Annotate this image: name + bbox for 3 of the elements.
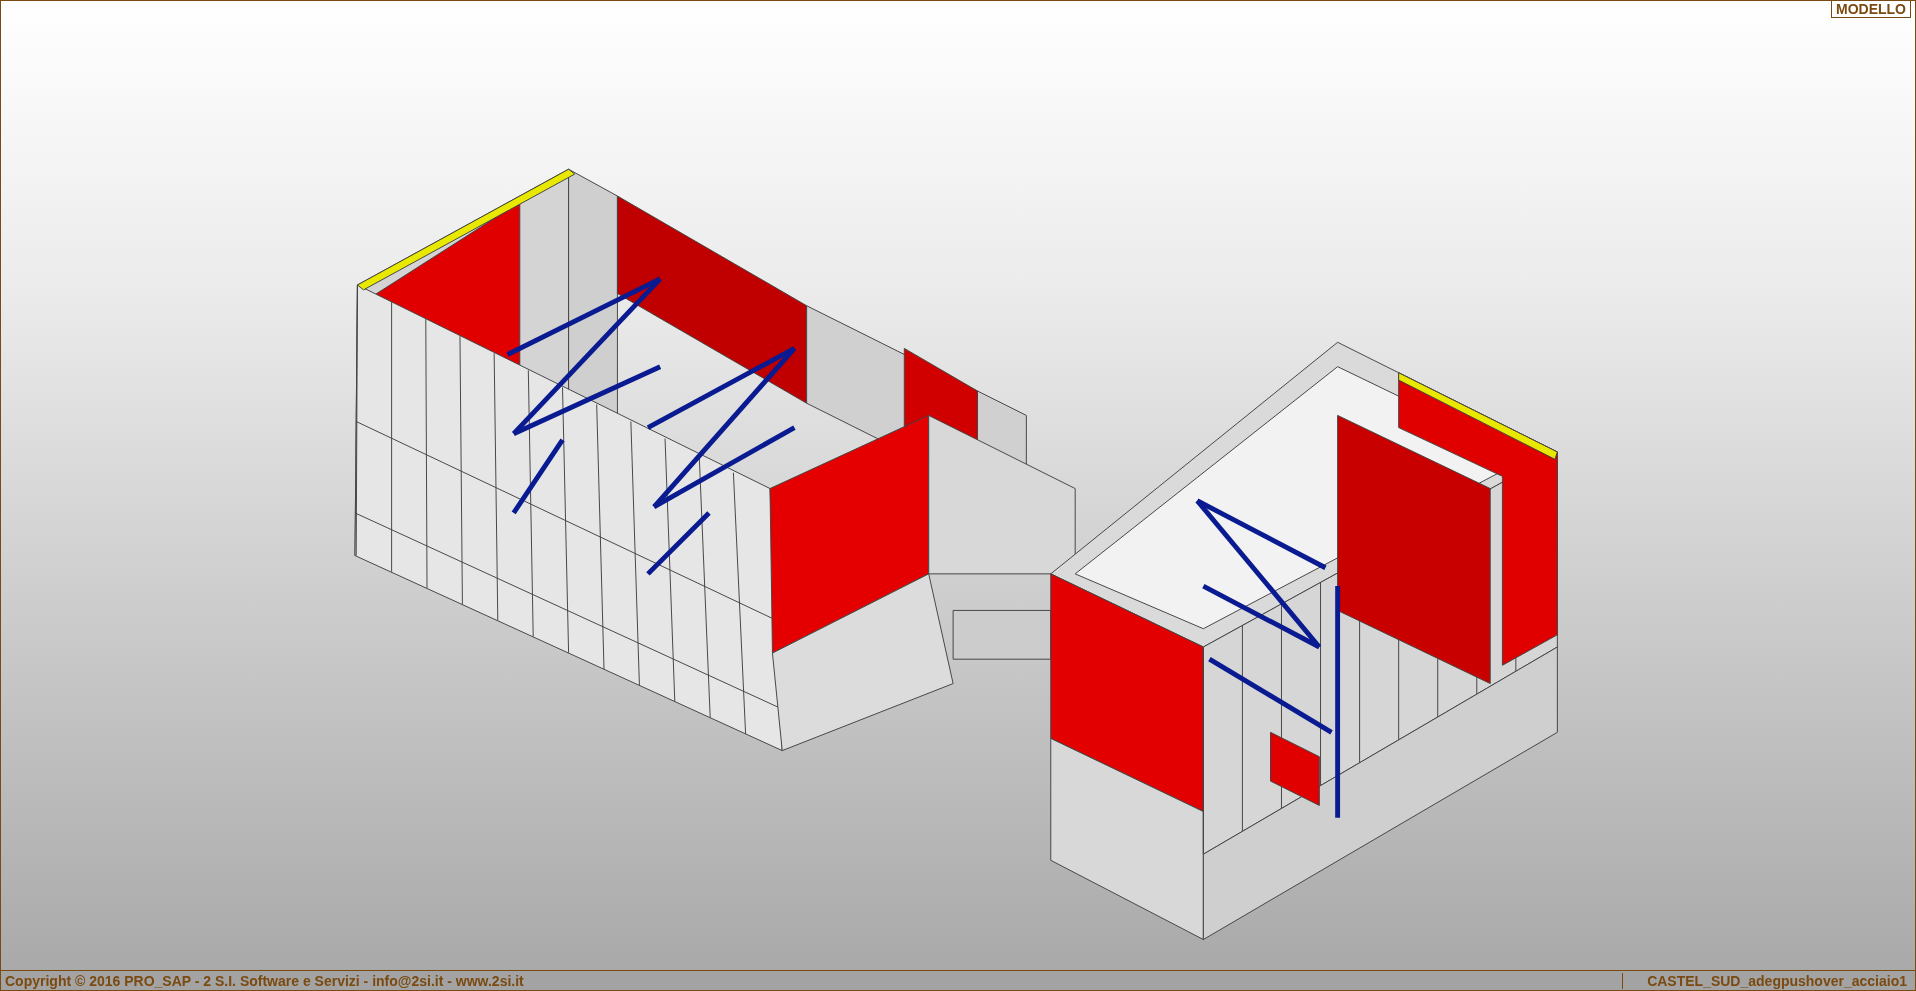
copyright-text: Copyright © 2016 PRO_SAP - 2 S.I. Software e Servizi - info@2si.it - www.2si.it bbox=[4, 972, 524, 989]
view-label: MODELLO bbox=[1831, 1, 1911, 18]
file-name: CASTEL_SUD_adegpushover_acciaio1 bbox=[1622, 972, 1915, 989]
